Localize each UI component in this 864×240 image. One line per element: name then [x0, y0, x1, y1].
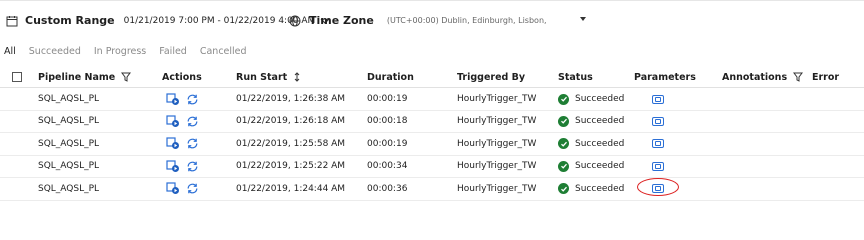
success-icon — [558, 160, 569, 172]
filter-toolbar: Custom Range 01/21/2019 7:00 PM - 01/22/… — [0, 0, 864, 45]
run-start: 01/22/2019, 1:25:58 AM — [236, 138, 346, 149]
view-activity-icon[interactable] — [166, 137, 180, 150]
sort-icon[interactable] — [293, 72, 301, 82]
parameters-highlight-circle — [637, 178, 679, 196]
status-text: Succeeded — [575, 183, 625, 194]
status-text: Succeeded — [575, 138, 625, 149]
table-header: Pipeline Name Actions Run Start Duration… — [0, 67, 864, 88]
pipeline-name[interactable]: SQL_AQSL_PL — [38, 155, 99, 177]
duration: 00:00:18 — [367, 116, 408, 127]
actions — [166, 88, 199, 110]
pipeline-name[interactable]: SQL_AQSL_PL — [38, 110, 99, 132]
col-pipeline-name[interactable]: Pipeline Name — [38, 67, 132, 87]
pipeline-name[interactable]: SQL_AQSL_PL — [38, 178, 99, 200]
success-icon — [558, 115, 569, 127]
run-start: 01/22/2019, 1:24:44 AM — [236, 183, 346, 194]
duration: 00:00:36 — [367, 183, 408, 194]
rerun-icon[interactable] — [186, 160, 199, 173]
pipeline-name[interactable]: SQL_AQSL_PL — [38, 88, 99, 110]
status-text: Succeeded — [575, 116, 625, 127]
parameters-icon[interactable] — [652, 139, 664, 149]
date-range-value: 01/21/2019 7:00 PM - 01/22/2019 4:00 AM — [123, 15, 316, 26]
col-error: Error — [812, 71, 840, 83]
rerun-icon[interactable] — [186, 93, 199, 106]
status-text: Succeeded — [575, 161, 625, 172]
table-row[interactable]: SQL_AQSL_PL 01/22/2019, 1:26:38 AM 00:00… — [0, 88, 864, 111]
tab-in-progress[interactable]: In Progress — [94, 46, 146, 57]
table-row[interactable]: SQL_AQSL_PL 01/22/2019, 1:26:18 AM 00:00… — [0, 110, 864, 134]
tab-all[interactable]: All — [4, 46, 16, 57]
triggered-by: HourlyTrigger_TW — [457, 183, 537, 194]
rerun-icon[interactable] — [186, 182, 199, 195]
status-text: Succeeded — [575, 94, 625, 104]
timezone-label: Time Zone — [309, 14, 374, 27]
table-row[interactable]: SQL_AQSL_PL 01/22/2019, 1:24:44 AM 00:00… — [0, 178, 864, 201]
triggered-by: HourlyTrigger_TW — [457, 161, 537, 172]
status: Succeeded — [558, 155, 624, 177]
parameters-icon[interactable] — [652, 116, 664, 126]
col-actions: Actions — [162, 71, 202, 83]
success-icon — [558, 93, 569, 105]
tab-succeeded[interactable]: Succeeded — [29, 46, 81, 57]
filter-icon[interactable] — [121, 72, 132, 82]
parameters-icon[interactable] — [652, 94, 664, 104]
pipeline-name[interactable]: SQL_AQSL_PL — [38, 133, 99, 155]
status: Succeeded — [558, 88, 624, 110]
success-icon — [558, 138, 569, 150]
dropdown-arrow-icon[interactable] — [579, 16, 587, 22]
parameters-cell — [652, 110, 664, 132]
actions — [166, 178, 199, 200]
tab-failed[interactable]: Failed — [159, 46, 187, 57]
view-activity-icon[interactable] — [166, 115, 180, 128]
col-status: Status — [558, 71, 593, 83]
duration: 00:00:34 — [367, 161, 408, 172]
col-parameters: Parameters — [634, 71, 696, 83]
col-run-start[interactable]: Run Start — [236, 67, 301, 87]
parameters-cell — [652, 88, 664, 110]
date-range-label: Custom Range — [25, 14, 115, 27]
actions — [166, 133, 199, 155]
parameters-cell — [652, 155, 664, 177]
col-triggered-by: Triggered By — [457, 71, 526, 83]
calendar-icon — [6, 15, 18, 26]
select-all-checkbox[interactable] — [12, 67, 22, 87]
run-start: 01/22/2019, 1:26:38 AM — [236, 94, 346, 104]
status: Succeeded — [558, 133, 624, 155]
status: Succeeded — [558, 110, 624, 132]
timezone-value: (UTC+00:00) Dublin, Edinburgh, Lisbon, — [386, 16, 547, 25]
table-row[interactable]: SQL_AQSL_PL 01/22/2019, 1:25:58 AM 00:00… — [0, 133, 864, 156]
table-row[interactable]: SQL_AQSL_PL 01/22/2019, 1:25:22 AM 00:00… — [0, 155, 864, 179]
run-start: 01/22/2019, 1:25:22 AM — [236, 161, 346, 172]
globe-icon — [289, 15, 301, 26]
triggered-by: HourlyTrigger_TW — [457, 138, 537, 149]
run-start: 01/22/2019, 1:26:18 AM — [236, 116, 346, 127]
actions — [166, 110, 199, 132]
col-annotations[interactable]: Annotations — [722, 67, 804, 87]
timezone-picker[interactable]: Time Zone (UTC+00:00) Dublin, Edinburgh,… — [289, 14, 587, 27]
parameters-cell — [652, 133, 664, 155]
view-activity-icon[interactable] — [166, 182, 180, 195]
parameters-icon[interactable] — [652, 161, 664, 171]
rerun-icon[interactable] — [186, 115, 199, 128]
col-duration: Duration — [367, 71, 414, 83]
view-activity-icon[interactable] — [166, 92, 180, 106]
duration: 00:00:19 — [367, 138, 408, 149]
actions — [166, 155, 199, 177]
success-icon — [558, 183, 569, 195]
tab-cancelled[interactable]: Cancelled — [200, 46, 247, 57]
date-range-picker[interactable]: Custom Range 01/21/2019 7:00 PM - 01/22/… — [6, 14, 330, 27]
duration: 00:00:19 — [367, 94, 408, 104]
status-tabs: All Succeeded In Progress Failed Cancell… — [4, 46, 247, 57]
rerun-icon[interactable] — [186, 137, 199, 150]
triggered-by: HourlyTrigger_TW — [457, 116, 537, 127]
filter-icon[interactable] — [793, 72, 804, 82]
triggered-by: HourlyTrigger_TW — [457, 94, 537, 104]
view-activity-icon[interactable] — [166, 160, 180, 173]
status: Succeeded — [558, 178, 624, 200]
